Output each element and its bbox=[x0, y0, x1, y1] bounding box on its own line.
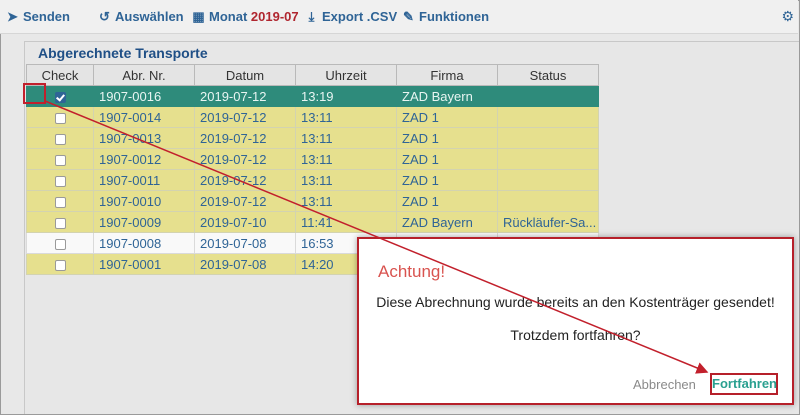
check-cell bbox=[26, 211, 94, 233]
cell-status bbox=[497, 85, 599, 107]
row-checkbox[interactable] bbox=[54, 238, 66, 250]
check-cell bbox=[26, 190, 94, 212]
row-checkbox[interactable] bbox=[54, 175, 66, 187]
cell-abr-nr: 1907-0011 bbox=[93, 169, 195, 191]
export-label: Export .CSV bbox=[322, 9, 398, 24]
continue-button[interactable]: Fortfahren bbox=[710, 373, 778, 395]
month-value: 2019-07 bbox=[250, 9, 299, 24]
cell-datum: 2019-07-08 bbox=[194, 232, 296, 254]
dialog-question: Trotzdem fortfahren? bbox=[510, 327, 641, 343]
check-cell bbox=[26, 127, 94, 149]
cell-firma: ZAD 1 bbox=[396, 148, 498, 170]
cell-status bbox=[497, 190, 599, 212]
cell-datum: 2019-07-12 bbox=[194, 85, 296, 107]
panel-title: Abgerechnete Transporte bbox=[38, 45, 208, 61]
send-label: Senden bbox=[23, 9, 70, 24]
cell-firma: ZAD Bayern bbox=[396, 85, 498, 107]
wrench-icon: ✎ bbox=[403, 9, 414, 24]
cell-abr-nr: 1907-0010 bbox=[93, 190, 195, 212]
cell-datum: 2019-07-08 bbox=[194, 253, 296, 275]
cell-firma: ZAD 1 bbox=[396, 169, 498, 191]
cell-abr-nr: 1907-0001 bbox=[93, 253, 195, 275]
warning-dialog: Achtung! Diese Abrechnung wurde bereits … bbox=[357, 237, 794, 405]
cell-datum: 2019-07-12 bbox=[194, 169, 296, 191]
cell-uhrzeit: 13:19 bbox=[295, 85, 397, 107]
row-checkbox[interactable] bbox=[54, 112, 66, 124]
row-checkbox[interactable] bbox=[54, 196, 66, 208]
cell-uhrzeit: 13:11 bbox=[295, 169, 397, 191]
table-row[interactable]: 1907-0010 2019-07-12 13:11 ZAD 1 bbox=[26, 190, 599, 212]
table-row[interactable]: 1907-0011 2019-07-12 13:11 ZAD 1 bbox=[26, 169, 599, 191]
check-cell bbox=[26, 232, 94, 254]
cell-uhrzeit: 13:11 bbox=[295, 106, 397, 128]
cell-uhrzeit: 13:11 bbox=[295, 190, 397, 212]
dialog-title: Achtung! bbox=[378, 262, 446, 281]
calendar-icon: ▦ bbox=[192, 9, 205, 24]
cell-datum: 2019-07-12 bbox=[194, 106, 296, 128]
gear-icon[interactable]: ⚙ bbox=[781, 8, 794, 25]
column-header-firma[interactable]: Firma bbox=[396, 64, 498, 86]
cell-firma: ZAD 1 bbox=[396, 190, 498, 212]
month-button[interactable]: ▦ Monat 2019-07 bbox=[192, 9, 299, 25]
table-row[interactable]: 1907-0013 2019-07-12 13:11 ZAD 1 bbox=[26, 127, 599, 149]
month-label: Monat bbox=[209, 9, 248, 24]
cell-uhrzeit: 11:41 bbox=[295, 211, 397, 233]
column-header-abr-nr[interactable]: Abr. Nr. bbox=[93, 64, 195, 86]
cell-firma: ZAD Bayern bbox=[396, 211, 498, 233]
cell-status: Rückläufer-Sa... bbox=[497, 211, 599, 233]
cell-datum: 2019-07-10 bbox=[194, 211, 296, 233]
cell-datum: 2019-07-12 bbox=[194, 190, 296, 212]
cell-status bbox=[497, 169, 599, 191]
table-row[interactable]: 1907-0014 2019-07-12 13:11 ZAD 1 bbox=[26, 106, 599, 128]
cell-uhrzeit: 13:11 bbox=[295, 148, 397, 170]
cell-status bbox=[497, 127, 599, 149]
select-icon: ↺ bbox=[99, 9, 110, 24]
row-checkbox[interactable] bbox=[54, 133, 66, 145]
check-cell bbox=[26, 253, 94, 275]
column-header-uhrzeit[interactable]: Uhrzeit bbox=[295, 64, 397, 86]
cell-status bbox=[497, 148, 599, 170]
cell-abr-nr: 1907-0013 bbox=[93, 127, 195, 149]
cell-firma: ZAD 1 bbox=[396, 106, 498, 128]
cell-abr-nr: 1907-0012 bbox=[93, 148, 195, 170]
check-cell bbox=[26, 148, 94, 170]
cell-datum: 2019-07-12 bbox=[194, 148, 296, 170]
table-row[interactable]: 1907-0016 2019-07-12 13:19 ZAD Bayern bbox=[26, 85, 599, 107]
table-row[interactable]: 1907-0009 2019-07-10 11:41 ZAD Bayern Rücklä… bbox=[26, 211, 599, 233]
cell-abr-nr: 1907-0008 bbox=[93, 232, 195, 254]
send-icon: ➤ bbox=[7, 9, 18, 24]
functions-button[interactable]: ✎ Funktionen bbox=[402, 9, 489, 25]
cell-firma: ZAD 1 bbox=[396, 127, 498, 149]
cell-abr-nr: 1907-0016 bbox=[93, 85, 195, 107]
cell-status bbox=[497, 106, 599, 128]
checkbox-highlight-box bbox=[23, 83, 46, 104]
toolbar: ➤ Senden ↺ Auswählen ▦ Monat 2019-07 ⤓ Expor… bbox=[0, 0, 798, 34]
cell-uhrzeit: 13:11 bbox=[295, 127, 397, 149]
send-button[interactable]: ➤ Senden bbox=[6, 9, 70, 25]
cell-datum: 2019-07-12 bbox=[194, 127, 296, 149]
column-header-status[interactable]: Status bbox=[497, 64, 599, 86]
table-row[interactable]: 1907-0012 2019-07-12 13:11 ZAD 1 bbox=[26, 148, 599, 170]
check-cell bbox=[26, 169, 94, 191]
export-csv-button[interactable]: ⤓ Export .CSV bbox=[305, 9, 398, 25]
row-checkbox[interactable] bbox=[54, 91, 66, 103]
row-checkbox[interactable] bbox=[54, 154, 66, 166]
cell-abr-nr: 1907-0014 bbox=[93, 106, 195, 128]
select-label: Auswählen bbox=[115, 9, 184, 24]
table-header-row: Check Abr. Nr. Datum Uhrzeit Firma Statu… bbox=[26, 64, 599, 86]
check-cell bbox=[26, 106, 94, 128]
dialog-message: Diese Abrechnung wurde bereits an den Ko… bbox=[376, 294, 775, 310]
column-header-datum[interactable]: Datum bbox=[194, 64, 296, 86]
row-checkbox[interactable] bbox=[54, 259, 66, 271]
download-icon: ⤓ bbox=[308, 9, 315, 24]
functions-label: Funktionen bbox=[419, 9, 490, 24]
cancel-button[interactable]: Abbrechen bbox=[633, 377, 696, 392]
cell-abr-nr: 1907-0009 bbox=[93, 211, 195, 233]
row-checkbox[interactable] bbox=[54, 217, 66, 229]
select-button[interactable]: ↺ Auswählen bbox=[98, 9, 184, 25]
